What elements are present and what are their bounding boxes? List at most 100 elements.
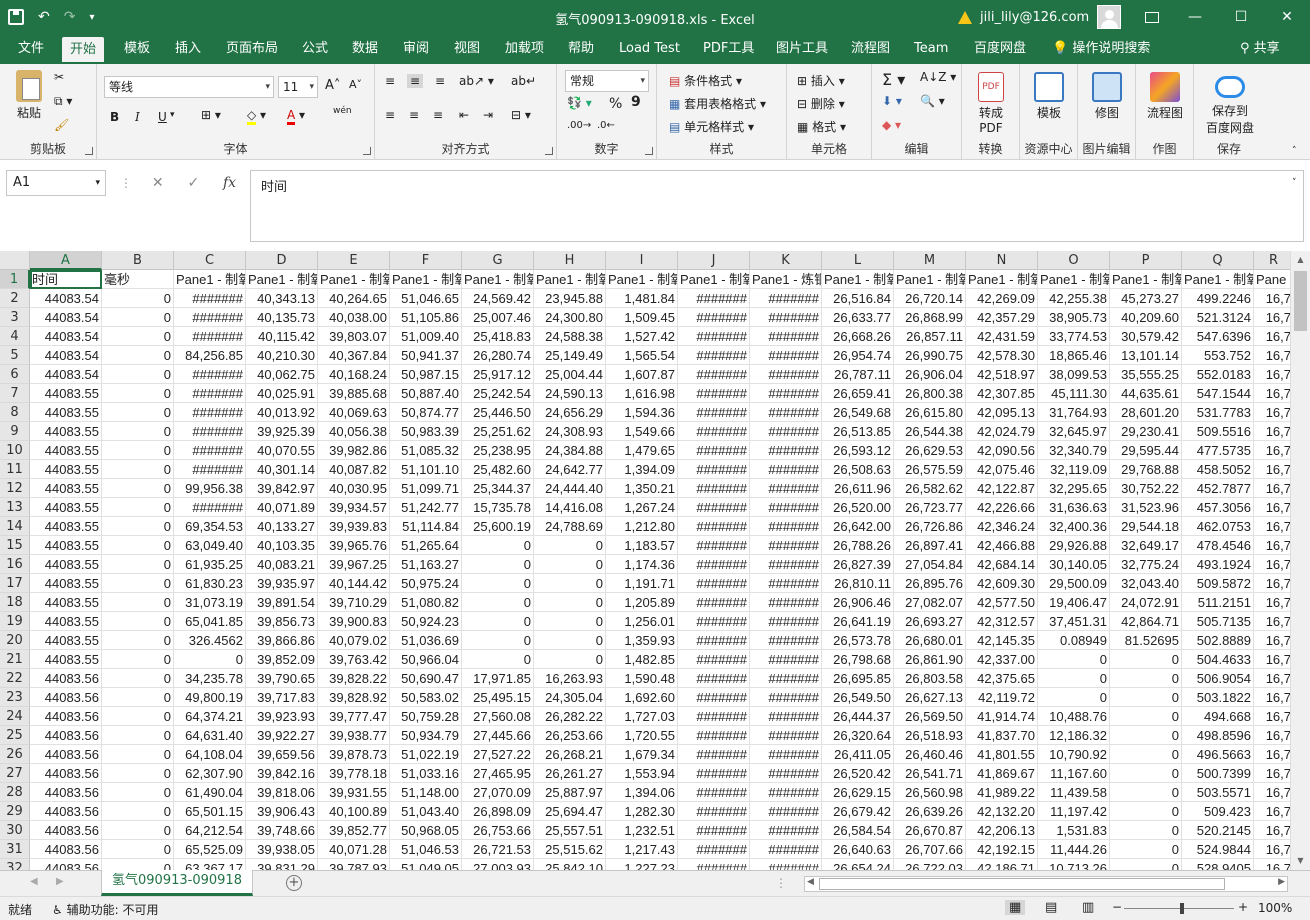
table-cell[interactable]: 1,256.01 [606,612,678,631]
table-cell[interactable]: 42,578.30 [966,346,1038,365]
table-cell[interactable]: 40,062.75 [246,365,318,384]
table-cell[interactable]: 16,7 [1254,764,1290,783]
table-cell[interactable]: 504.4633 [1182,650,1254,669]
table-cell[interactable]: 50,583.02 [390,688,462,707]
table-cell[interactable]: 29,544.18 [1110,517,1182,536]
table-cell[interactable]: 0 [102,726,174,745]
table-cell[interactable]: ####### [678,593,750,612]
table-cell[interactable]: 26,582.62 [894,479,966,498]
table-cell[interactable]: 10,488.76 [1038,707,1110,726]
table-cell[interactable]: 0 [102,745,174,764]
flowchart-button[interactable]: 流程图 [1142,72,1188,121]
table-cell[interactable]: 1,553.94 [606,764,678,783]
table-cell[interactable]: 1,531.83 [1038,821,1110,840]
table-cell[interactable]: ####### [678,308,750,327]
table-cell[interactable]: 0 [102,536,174,555]
decrease-font-icon[interactable]: A˅ [349,78,362,91]
table-cell[interactable]: ####### [678,422,750,441]
table-cell[interactable]: 26,827.39 [822,555,894,574]
table-cell[interactable]: 26,693.27 [894,612,966,631]
table-cell[interactable]: ####### [750,479,822,498]
table-cell[interactable]: ####### [750,802,822,821]
save-baidu-button[interactable]: 保存到 百度网盘 [1198,72,1262,136]
table-cell[interactable]: 50,887.40 [390,384,462,403]
table-cell[interactable]: ####### [678,327,750,346]
table-cell[interactable]: 40,168.24 [318,365,390,384]
table-cell[interactable]: 51,114.84 [390,517,462,536]
table-cell[interactable]: 40,070.55 [246,441,318,460]
table-cell[interactable]: 26,954.74 [822,346,894,365]
table-cell[interactable]: ####### [678,517,750,536]
table-cell[interactable]: ####### [750,308,822,327]
table-cell[interactable]: 44083.56 [30,764,102,783]
table-cell[interactable]: 42,132.20 [966,802,1038,821]
table-cell[interactable]: 41,914.74 [966,707,1038,726]
table-cell[interactable]: 493.1924 [1182,555,1254,574]
table-cell[interactable]: 16,7 [1254,384,1290,403]
table-cell[interactable]: 39,852.77 [318,821,390,840]
table-cell[interactable]: 40,144.42 [318,574,390,593]
table-cell[interactable]: ####### [750,289,822,308]
row-header[interactable]: 23 [0,688,30,707]
table-cell[interactable]: 25,238.95 [462,441,534,460]
table-cell[interactable]: 40,079.02 [318,631,390,650]
decrease-decimal-icon[interactable]: .0← [597,120,615,131]
account-area[interactable]: jili_lily@126.com [958,0,1160,34]
table-cell[interactable]: 16,7 [1254,802,1290,821]
table-cell[interactable]: 506.9054 [1182,669,1254,688]
table-cell[interactable]: 26,261.27 [534,764,606,783]
column-header[interactable]: G [462,251,534,270]
table-cell[interactable]: 42,192.15 [966,840,1038,859]
tab-pdf-tools[interactable]: PDF工具 [695,34,762,64]
table-cell[interactable]: 16,7 [1254,346,1290,365]
decrease-indent-icon[interactable]: ⇤ [459,108,469,122]
table-cell[interactable]: 44083.56 [30,840,102,859]
table-cell[interactable]: 26,721.53 [462,840,534,859]
next-sheet-icon[interactable]: ▶ [56,876,64,887]
align-left-icon[interactable]: ≡ [385,108,395,122]
table-cell[interactable]: 42,145.35 [966,631,1038,650]
table-cell[interactable]: 478.4546 [1182,536,1254,555]
table-cell[interactable]: 457.3056 [1182,498,1254,517]
table-cell[interactable]: 16,7 [1254,574,1290,593]
table-cell[interactable]: ####### [174,498,246,517]
tab-flowchart[interactable]: 流程图 [843,34,898,64]
table-cell[interactable]: 16,7 [1254,479,1290,498]
table-cell[interactable]: 39,925.39 [246,422,318,441]
table-cell[interactable]: 26,573.78 [822,631,894,650]
table-cell[interactable]: 51,099.71 [390,479,462,498]
vertical-scroll-thumb[interactable] [1294,271,1307,331]
table-cell[interactable]: 42,431.59 [966,327,1038,346]
table-cell[interactable]: 0 [1110,783,1182,802]
table-cell[interactable]: 14,416.08 [534,498,606,517]
table-cell[interactable]: 458.5052 [1182,460,1254,479]
insert-cells-button[interactable]: ⊞ 插入 ▾ [797,72,845,89]
table-cell[interactable]: 44083.55 [30,422,102,441]
format-painter-icon[interactable]: 🖌 [54,118,69,132]
table-cell[interactable]: 29,230.41 [1110,422,1182,441]
table-cell[interactable]: 16,7 [1254,365,1290,384]
tab-team[interactable]: Team [906,34,956,64]
row-header[interactable]: 1 [0,270,30,289]
table-cell[interactable]: 0 [462,593,534,612]
table-cell[interactable]: 30,579.42 [1110,327,1182,346]
table-cell[interactable]: 42,357.29 [966,308,1038,327]
table-cell[interactable]: 0 [1110,669,1182,688]
orientation-icon[interactable]: ab↗ ▾ [459,74,494,88]
table-cell[interactable]: ####### [174,327,246,346]
table-cell[interactable]: 39,842.97 [246,479,318,498]
table-cell[interactable]: Pane1 - 制氧 [462,270,534,289]
table-cell[interactable]: 42,577.50 [966,593,1038,612]
table-cell[interactable]: 39,778.18 [318,764,390,783]
table-cell[interactable]: 26,642.00 [822,517,894,536]
table-cell[interactable]: 39,763.42 [318,650,390,669]
table-cell[interactable]: 39,866.86 [246,631,318,650]
scroll-up-icon[interactable]: ▲ [1291,251,1310,269]
table-cell[interactable]: 81.52695 [1110,631,1182,650]
column-header[interactable]: Q [1182,251,1254,270]
row-header[interactable]: 9 [0,422,30,441]
row-header[interactable]: 3 [0,308,30,327]
table-cell[interactable]: Pane1 - 炼钢 [750,270,822,289]
table-cell[interactable]: ####### [750,517,822,536]
bottom-align-icon[interactable]: ≡ [435,74,445,88]
